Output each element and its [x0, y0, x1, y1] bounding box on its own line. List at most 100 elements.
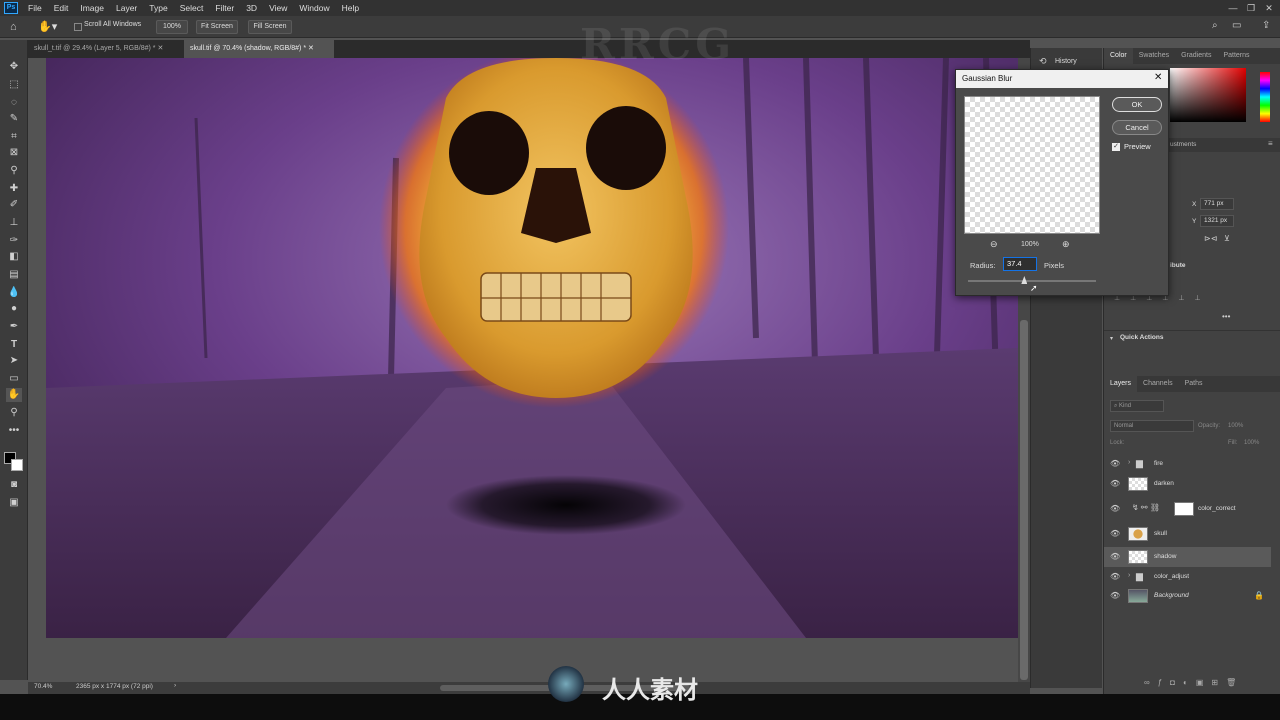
gradient-icon[interactable]: ▤ [6, 268, 22, 282]
layer-action-icons[interactable]: ∞ƒ◘◐▣⊞🗑 [1144, 678, 1274, 690]
blend-mode-select[interactable]: Normal [1110, 420, 1194, 432]
restore-icon[interactable]: ❐ [1242, 0, 1260, 16]
minimize-icon[interactable]: — [1224, 0, 1242, 16]
menu-file[interactable]: File [22, 0, 48, 16]
scroll-all-checkbox[interactable] [74, 23, 82, 31]
menu-type[interactable]: Type [143, 0, 173, 16]
rectangle-tool-icon[interactable]: ▭ [6, 372, 22, 386]
tab-layers[interactable]: Layers [1104, 376, 1138, 392]
color-field[interactable] [1170, 68, 1246, 122]
search-icon[interactable]: ⌕ [1212, 20, 1218, 31]
menu-help[interactable]: Help [336, 0, 365, 16]
adjustments-tab-label[interactable]: ustments [1170, 141, 1196, 148]
history-icon[interactable]: ⟲ [1039, 56, 1047, 67]
visibility-eye-icon[interactable]: 👁 [1110, 504, 1120, 514]
visibility-eye-icon[interactable]: 👁 [1110, 459, 1120, 469]
menu-view[interactable]: View [263, 0, 293, 16]
layer-mask-thumbnail[interactable] [1174, 502, 1194, 516]
fill-value[interactable]: 100% [1244, 440, 1259, 446]
quick-mask-icon[interactable]: ◙ [6, 478, 22, 492]
history-brush-icon[interactable]: ✑ [6, 234, 22, 248]
status-arrow-icon[interactable]: › [174, 682, 176, 689]
visibility-eye-icon[interactable]: 👁 [1110, 591, 1120, 601]
tab-paths[interactable]: Paths [1179, 376, 1209, 392]
crop-tool-icon[interactable]: ⌗ [6, 130, 22, 144]
more-options-icon[interactable]: ••• [1222, 312, 1230, 321]
eyedropper-icon[interactable]: ⚲ [6, 164, 22, 178]
blur-tool-icon[interactable]: 💧 [6, 286, 22, 300]
flip-horizontal-icon[interactable]: ⊳⊲ [1204, 234, 1217, 243]
eraser-icon[interactable]: ◧ [6, 250, 22, 264]
layer-row-color-correct[interactable]: 👁 ↯ ⚯ ⛓ color_correct [1104, 499, 1271, 519]
menu-image[interactable]: Image [74, 0, 110, 16]
tab-swatches[interactable]: Swatches [1133, 48, 1175, 64]
background-color-swatch[interactable] [11, 459, 23, 471]
layer-thumbnail[interactable] [1128, 477, 1148, 491]
zoom-readout[interactable]: 70.4% [34, 683, 52, 690]
quick-select-icon[interactable]: ✎ [6, 112, 22, 126]
visibility-eye-icon[interactable]: 👁 [1110, 552, 1120, 562]
layer-row-color-adjust[interactable]: 👁 › ▆ color_adjust [1104, 567, 1271, 587]
healing-brush-icon[interactable]: ✚ [6, 182, 22, 196]
x-field[interactable]: 771 px [1200, 198, 1234, 210]
ok-button[interactable]: OK [1112, 97, 1162, 112]
layer-filter-kind[interactable]: ⌕ Kind [1110, 400, 1164, 412]
zoom-100-button[interactable]: 100% [156, 20, 188, 34]
radius-input[interactable]: 37.4 [1003, 257, 1037, 271]
menu-window[interactable]: Window [293, 0, 335, 16]
type-tool-icon[interactable]: T [6, 338, 22, 352]
share-icon[interactable]: ⇪ [1262, 20, 1270, 31]
app-logo[interactable]: Ps [4, 2, 18, 14]
tab-gradients[interactable]: Gradients [1175, 48, 1217, 64]
cancel-button[interactable]: Cancel [1112, 120, 1162, 135]
layer-thumbnail[interactable] [1128, 550, 1148, 564]
expand-chevron-icon[interactable]: › [1128, 459, 1130, 466]
tab-channels[interactable]: Channels [1137, 376, 1179, 392]
dialog-close-icon[interactable]: ✕ [1154, 72, 1162, 83]
workspace-icon[interactable]: ▭ [1232, 20, 1241, 31]
layer-row-skull[interactable]: 👁 skull [1104, 524, 1271, 544]
hue-slider[interactable] [1260, 72, 1270, 122]
blur-preview-window[interactable] [964, 96, 1100, 234]
flip-vertical-icon[interactable]: ⊻ [1224, 234, 1230, 243]
menu-3d[interactable]: 3D [240, 0, 263, 16]
radius-slider-track[interactable] [968, 280, 1096, 282]
tab-color[interactable]: Color [1104, 48, 1133, 64]
visibility-eye-icon[interactable]: 👁 [1110, 572, 1120, 582]
scrollbar-thumb[interactable] [1020, 320, 1028, 680]
path-select-icon[interactable]: ➤ [6, 354, 22, 368]
zoom-out-icon[interactable]: ⊖ [990, 239, 998, 250]
layer-row-darken[interactable]: 👁 darken [1104, 474, 1271, 494]
opacity-value[interactable]: 100% [1228, 423, 1243, 429]
close-window-icon[interactable]: ✕ [1260, 0, 1278, 16]
visibility-eye-icon[interactable]: 👁 [1110, 529, 1120, 539]
y-field[interactable]: 1321 px [1200, 215, 1234, 227]
panel-menu-icon[interactable]: ≡ [1268, 139, 1273, 148]
zoom-tool-icon[interactable]: ⚲ [6, 406, 22, 420]
brush-tool-icon[interactable]: ✐ [6, 198, 22, 212]
tab-skull-t[interactable]: skull_t.tif @ 29.4% (Layer 5, RGB/8#) * … [28, 40, 178, 58]
tab-patterns[interactable]: Patterns [1217, 48, 1255, 64]
layer-row-fire[interactable]: 👁 › ▆ fire [1104, 454, 1271, 474]
fill-screen-button[interactable]: Fill Screen [248, 20, 292, 34]
menu-select[interactable]: Select [174, 0, 210, 16]
quick-actions-header[interactable]: ▾ Quick Actions [1104, 330, 1280, 344]
layer-thumbnail[interactable] [1128, 527, 1148, 541]
frame-tool-icon[interactable]: ⊠ [6, 146, 22, 160]
layer-row-background[interactable]: 👁 🔒 Background [1104, 586, 1271, 606]
dodge-tool-icon[interactable]: ● [6, 302, 22, 316]
home-icon[interactable]: ⌂ [10, 20, 24, 34]
marquee-tool-icon[interactable]: ⬚ [6, 78, 22, 92]
menu-layer[interactable]: Layer [110, 0, 143, 16]
document-canvas[interactable] [46, 58, 1018, 638]
more-tools-icon[interactable]: ••• [6, 424, 22, 438]
screen-mode-icon[interactable]: ▣ [6, 496, 22, 510]
hand-tool-icon[interactable]: ✋▾ [38, 19, 60, 35]
layer-thumbnail[interactable] [1128, 589, 1148, 603]
hand-tool-icon[interactable]: ✋ [6, 388, 22, 402]
tab-skull[interactable]: skull.tif @ 70.4% (shadow, RGB/8#) * ✕ [184, 40, 334, 58]
move-tool-icon[interactable]: ✥ [6, 60, 22, 74]
pen-tool-icon[interactable]: ✒ [6, 320, 22, 334]
expand-chevron-icon[interactable]: › [1128, 572, 1130, 579]
visibility-eye-icon[interactable]: 👁 [1110, 479, 1120, 489]
